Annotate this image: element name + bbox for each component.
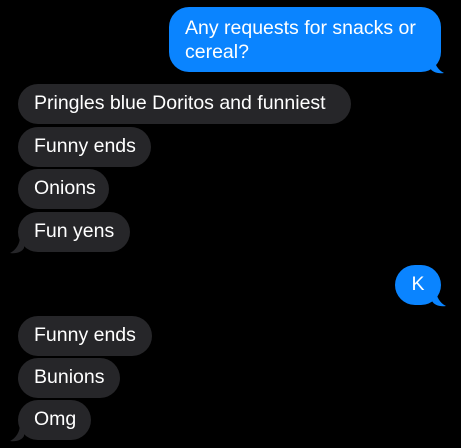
- message-text: Fun yens: [34, 220, 115, 242]
- incoming-message-bubble[interactable]: Funny ends: [18, 127, 151, 167]
- message-text: K: [411, 273, 425, 295]
- outgoing-message-bubble[interactable]: Any requests for snacks or cereal?: [169, 7, 441, 72]
- incoming-message-bubble[interactable]: Fun yens: [18, 212, 130, 252]
- message-text: Onions: [34, 177, 96, 199]
- message-text: Omg: [34, 408, 77, 430]
- message-text: Pringles blue Doritos and funniest: [34, 92, 326, 114]
- message-text: Funny ends: [34, 135, 136, 157]
- bubble-tail-icon: [10, 424, 24, 442]
- incoming-message-bubble[interactable]: Omg: [18, 400, 91, 440]
- message-text: Bunions: [34, 366, 105, 388]
- incoming-message-bubble[interactable]: Bunions: [18, 358, 120, 398]
- bubble-tail-icon: [430, 56, 444, 74]
- incoming-message-bubble[interactable]: Onions: [18, 169, 109, 209]
- message-text: Funny ends: [34, 324, 136, 346]
- bubble-tail-icon: [10, 236, 24, 254]
- bubble-tail-icon: [432, 289, 446, 307]
- message-text: Any requests for snacks or cereal?: [185, 17, 416, 63]
- incoming-message-bubble[interactable]: Pringles blue Doritos and funniest: [18, 84, 351, 124]
- incoming-message-bubble[interactable]: Funny ends: [18, 316, 152, 356]
